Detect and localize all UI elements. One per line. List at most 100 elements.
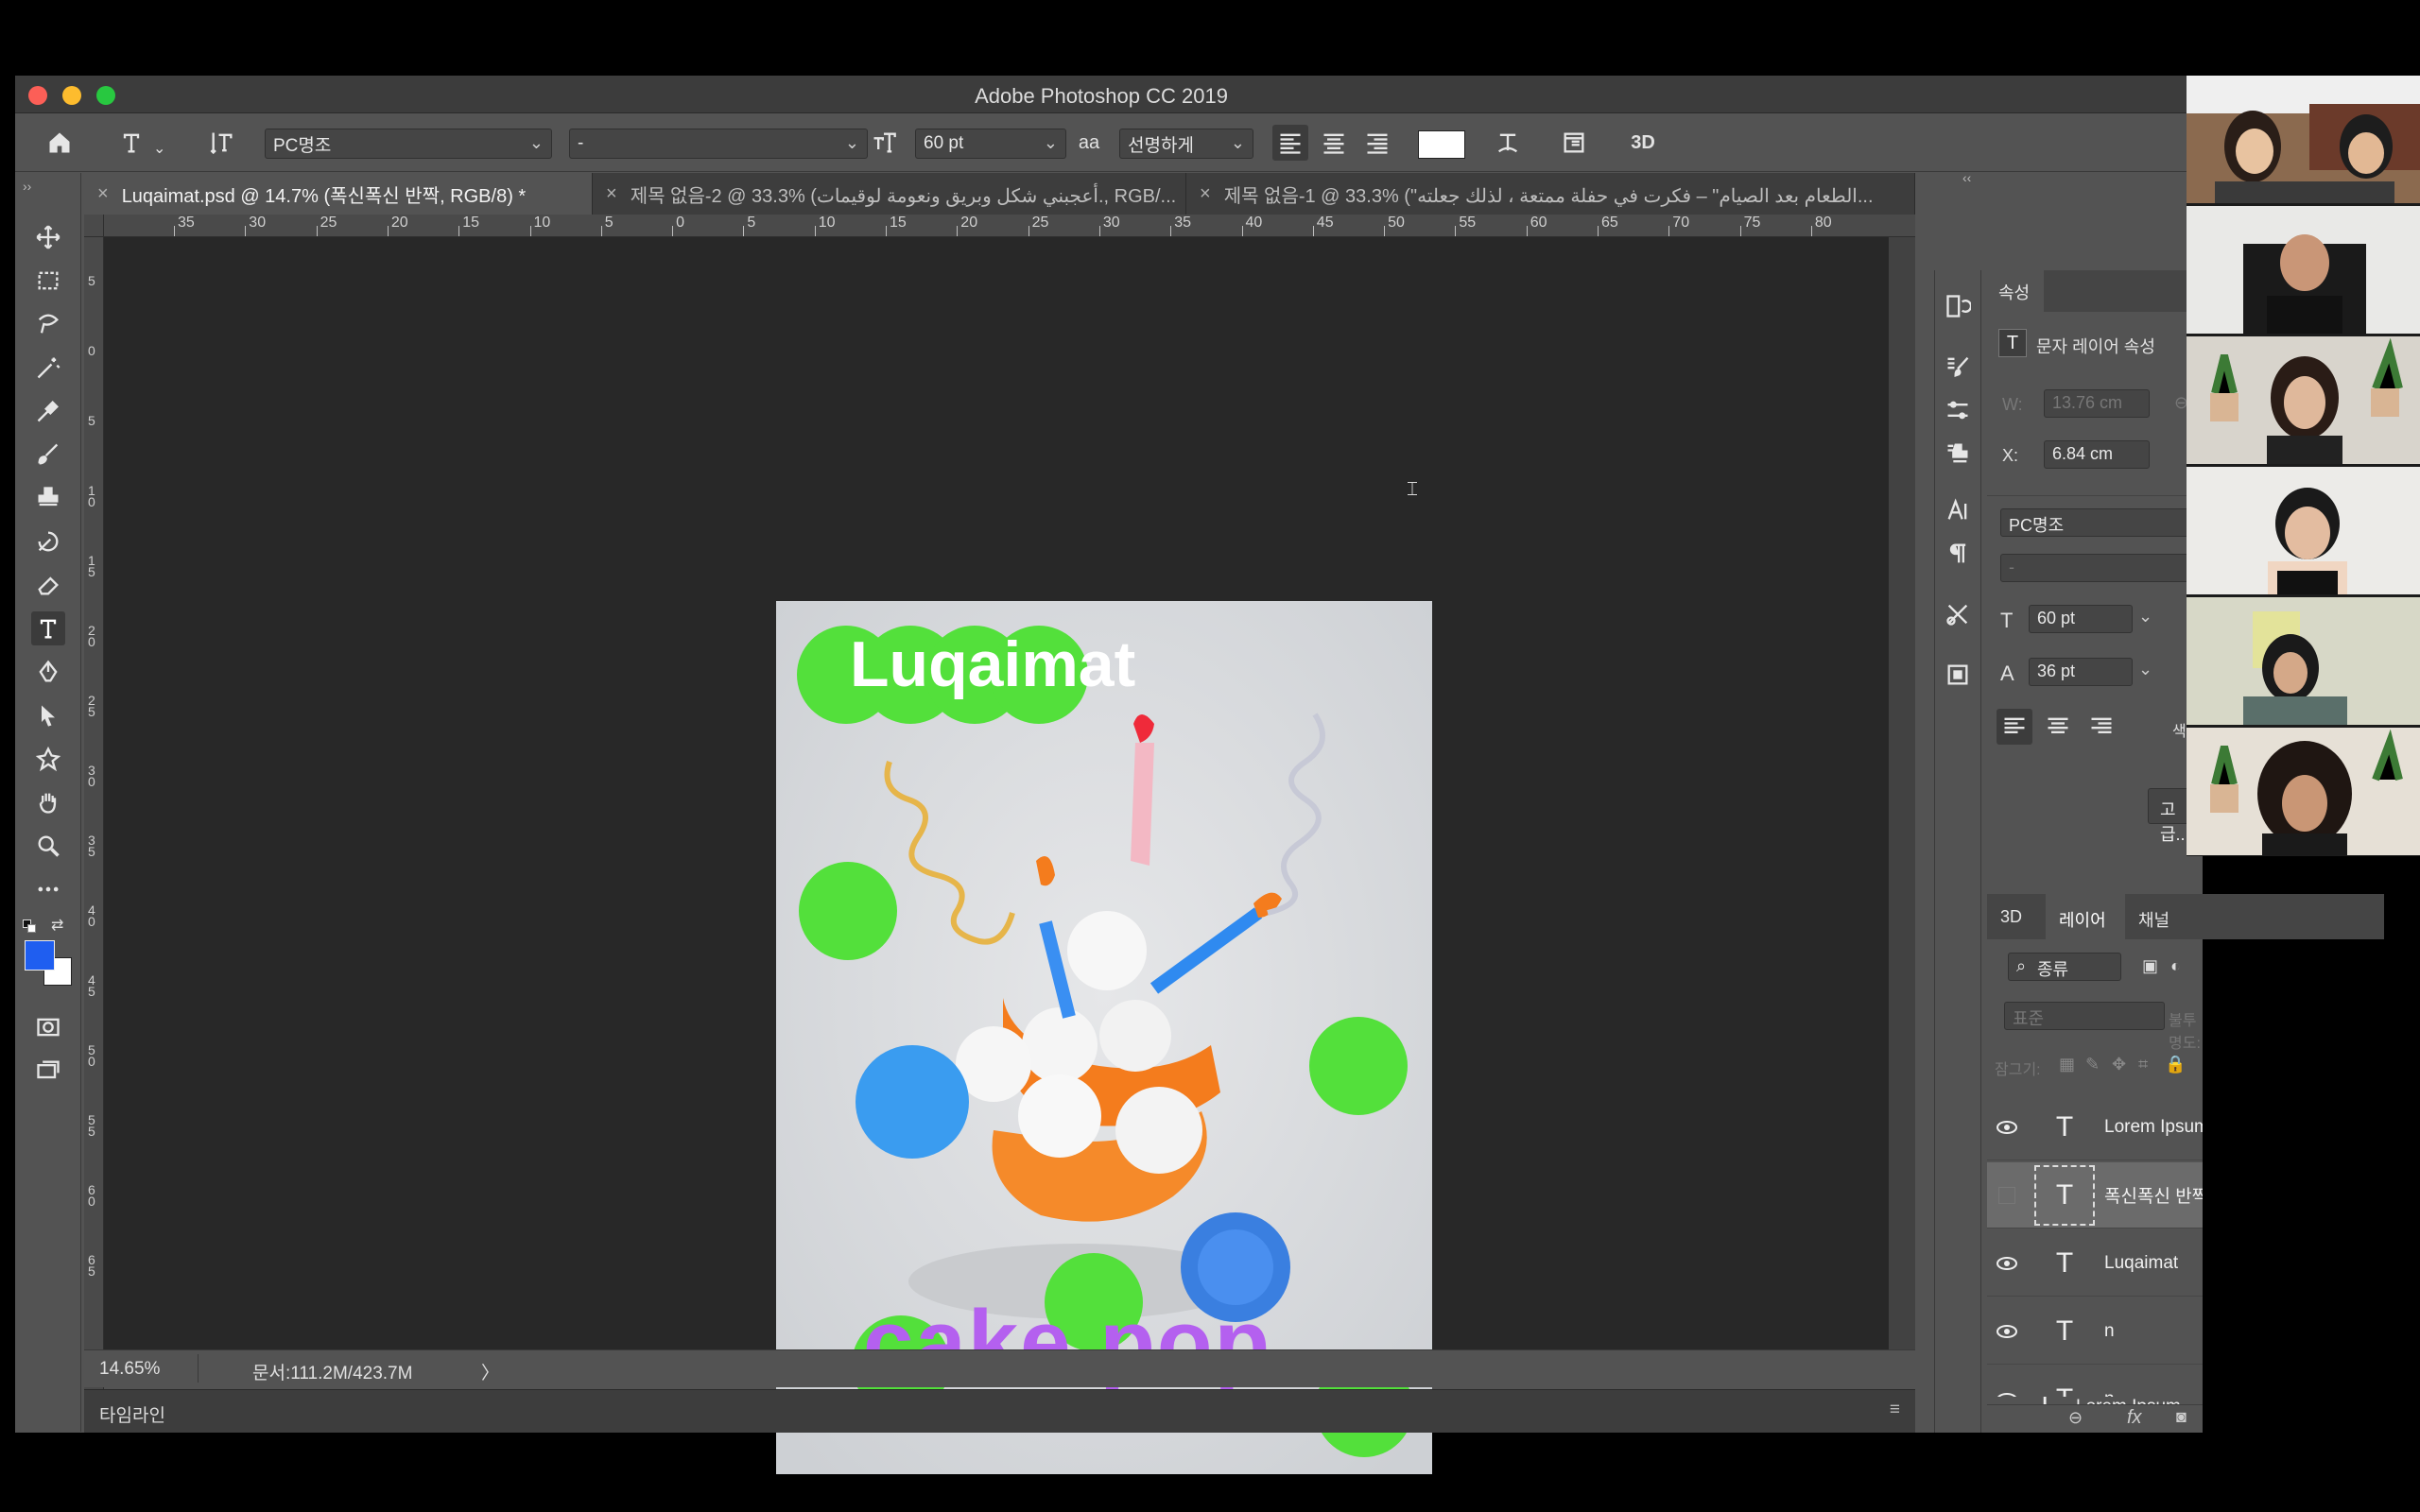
timeline-tab[interactable]: 타임라인 [99,1401,165,1427]
lock-position-icon[interactable]: ✥ [2112,1055,2126,1074]
canvas-area[interactable]: Luqaimat cake pop ⌶ [104,237,1889,1474]
filter-pixel-icon[interactable]: ▣ [2142,956,2158,976]
link-layers-icon[interactable]: ⊖ [2068,1408,2083,1428]
video-participant-tile[interactable] [2187,467,2420,594]
tab-channels[interactable]: 채널 [2138,907,2169,932]
toggle-text-orientation-icon[interactable] [204,125,240,161]
zoom-level[interactable]: 14.65% [99,1359,160,1380]
stamp-icon[interactable] [31,481,65,515]
magic-wand-icon[interactable] [31,351,65,385]
align-right-icon[interactable] [2083,709,2119,745]
layer-row[interactable]: T 폭신폭신 반짝 [1987,1162,2203,1228]
tools-panel-icon[interactable] [1941,597,1975,631]
tab-layers[interactable]: 레이어 [2059,907,2106,932]
paragraph-panel-icon[interactable] [1941,537,1975,571]
marquee-tool-icon[interactable] [31,264,65,298]
lock-artboard-icon[interactable]: ⌗ [2138,1055,2148,1074]
video-participant-tile[interactable] [2187,728,2420,855]
chevron-down-icon[interactable]: ⌄ [2138,607,2152,627]
home-icon[interactable] [42,125,78,161]
character-paragraph-panel-icon[interactable] [1556,125,1592,161]
align-right-icon[interactable] [1359,125,1395,161]
tab-luqaimat[interactable]: × Luqaimat.psd @ 14.7% (폭신폭신 반짝, RGB/8) … [84,173,593,215]
character-panel-icon[interactable] [1941,493,1975,527]
eyedropper-icon[interactable] [31,394,65,428]
lock-all-icon[interactable]: 🔒 [2165,1055,2186,1074]
x-position-field[interactable]: 6.84 cm [2044,440,2150,469]
luqaimat-text-layer[interactable]: Luqaimat [850,627,1135,701]
tab-untitled-2[interactable]: × 제목 없음-2 @ 33.3% (أعجبني شكل وبريق ونعو… [593,173,1186,215]
hand-tool-icon[interactable] [31,785,65,819]
adjustments-icon[interactable] [1941,393,1975,427]
layer-row[interactable]: T Lorem Ipsum [1987,1094,2203,1160]
type-tool-preset-icon[interactable] [113,125,149,161]
lock-pixels-icon[interactable]: ✎ [2085,1055,2100,1074]
width-field[interactable]: 13.76 cm [2044,389,2150,418]
chevron-down-icon[interactable]: ⌄ [153,130,165,166]
eye-icon[interactable] [1987,1120,2027,1134]
screen-mode-icon[interactable] [31,1054,65,1088]
eye-icon[interactable] [1987,1186,2027,1204]
antialias-select[interactable]: 선명하게 ⌄ [1119,129,1253,159]
close-tab-icon[interactable]: × [1200,183,1211,205]
lasso-tool-icon[interactable] [31,307,65,341]
video-participant-tile[interactable] [2187,336,2420,464]
warp-text-icon[interactable] [1490,125,1526,161]
font-size-field[interactable]: 60 pt [2029,605,2133,633]
font-family-select[interactable]: PC명조 ⌄ [265,129,552,159]
history-brush-icon[interactable] [31,524,65,558]
vertical-scrollbar[interactable] [1889,237,1915,1349]
fx-icon[interactable]: fx [2127,1407,2142,1429]
close-tab-icon[interactable]: × [606,183,617,205]
foreground-color-swatch[interactable] [25,940,55,971]
align-left-icon[interactable] [1272,125,1308,161]
eye-icon[interactable] [1987,1256,2027,1270]
swap-colors-icon[interactable]: ⇄ [51,916,63,935]
font-family-field[interactable]: PC명조 [2000,508,2203,537]
more-tools-icon[interactable] [31,872,65,906]
eye-icon[interactable] [1987,1324,2027,1338]
lock-transparent-icon[interactable]: ▦ [2059,1055,2075,1074]
text-color-swatch[interactable] [1418,130,1465,159]
path-selection-icon[interactable] [31,698,65,732]
brush-icon[interactable] [31,438,65,472]
properties-tab[interactable]: 속성 [1998,280,2030,304]
font-style-select[interactable]: - ⌄ [569,129,868,159]
add-mask-icon[interactable]: ◙ [2176,1407,2187,1427]
layer-row[interactable]: T n [1987,1298,2203,1365]
align-center-icon[interactable] [2040,709,2076,745]
custom-shape-icon[interactable] [31,742,65,776]
video-participant-tile[interactable] [2187,206,2420,334]
close-tab-icon[interactable]: × [97,183,109,205]
default-colors-icon[interactable] [23,919,36,933]
move-tool-icon[interactable] [31,220,65,254]
font-size-select[interactable]: 60 pt ⌄ [915,129,1066,159]
type-tool-icon[interactable] [31,611,65,645]
3d-button[interactable]: 3D [1622,125,1664,161]
layer-filter-select[interactable]: ⌕ 종류 [2008,953,2121,981]
tab-3d[interactable]: 3D [2000,907,2022,927]
filter-adjustment-icon[interactable]: ◐ [2170,956,2181,976]
panel-menu-icon[interactable]: ≡ [1890,1400,1900,1420]
collapse-panel-icon[interactable]: ›› [23,179,31,194]
tab-untitled-1[interactable]: × 제목 없음-1 @ 33.3% ("الطعام بعد الصيام" –… [1186,173,1915,215]
leading-field[interactable]: 36 pt [2029,658,2133,686]
quick-mask-icon[interactable] [31,1010,65,1044]
brush-settings-icon[interactable] [1941,350,1975,384]
history-panel-icon[interactable] [1941,289,1975,323]
video-participant-tile[interactable] [2187,76,2420,203]
zoom-tool-icon[interactable] [31,829,65,863]
document-canvas[interactable]: Luqaimat cake pop [776,601,1432,1474]
layer-row[interactable]: T n [1987,1366,2203,1397]
pen-tool-icon[interactable] [31,655,65,689]
collapse-panels-icon[interactable]: ‹‹ [1962,170,1971,185]
blend-mode-select[interactable]: 표준 [2004,1002,2165,1030]
layer-row[interactable]: T Luqaimat [1987,1230,2203,1297]
eraser-icon[interactable] [31,568,65,602]
status-menu-arrow[interactable]: 〉 [481,1359,499,1384]
video-participant-tile[interactable] [2187,597,2420,725]
chevron-down-icon[interactable]: ⌄ [2138,660,2152,679]
clone-source-icon[interactable] [1941,437,1975,471]
align-center-icon[interactable] [1316,125,1352,161]
font-style-field[interactable]: - [2000,554,2203,582]
